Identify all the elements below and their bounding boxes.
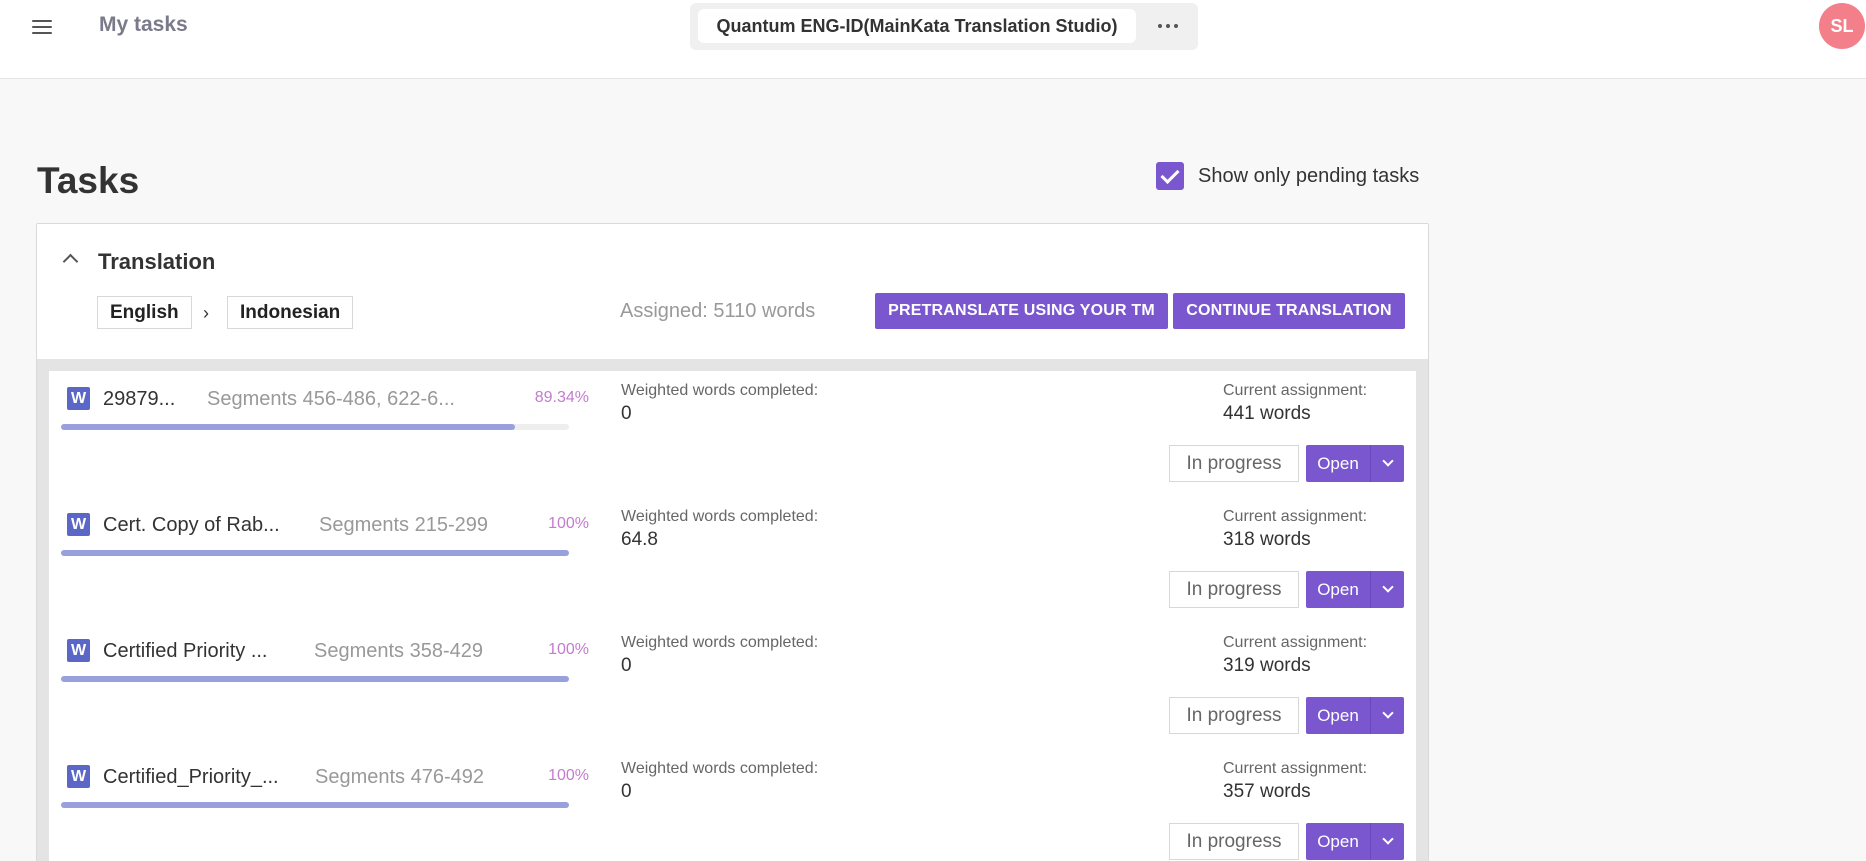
task-list: W 29879... Segments 456-486, 622-6... 89… bbox=[49, 371, 1416, 861]
task-list-container: W 29879... Segments 456-486, 622-6... 89… bbox=[37, 359, 1428, 861]
task-row: W Certified_Priority_... Segments 476-49… bbox=[49, 749, 1416, 861]
word-file-icon: W bbox=[67, 387, 90, 410]
menu-icon[interactable] bbox=[30, 18, 54, 36]
top-bar: My tasks Quantum ENG-ID(MainKata Transla… bbox=[0, 0, 1866, 79]
task-row: W Certified Priority ... Segments 358-42… bbox=[49, 623, 1416, 749]
task-file-name[interactable]: 29879... bbox=[103, 388, 175, 411]
weighted-words-label: Weighted words completed: bbox=[621, 382, 819, 399]
weighted-words-value: 0 bbox=[621, 403, 632, 424]
task-progress-bar bbox=[61, 424, 569, 430]
task-percent: 89.34% bbox=[534, 389, 589, 406]
word-file-icon: W bbox=[67, 513, 90, 536]
status-badge: In progress bbox=[1169, 823, 1299, 860]
word-file-icon: W bbox=[67, 639, 90, 662]
task-progress-fill bbox=[61, 802, 569, 808]
chevron-up-icon[interactable] bbox=[59, 248, 81, 270]
page-title: My tasks bbox=[99, 13, 188, 36]
open-button-group: Open bbox=[1306, 445, 1404, 482]
weighted-words-label: Weighted words completed: bbox=[621, 760, 819, 777]
word-file-icon: W bbox=[67, 765, 90, 788]
chevron-down-icon[interactable] bbox=[1371, 697, 1404, 734]
task-progress-bar bbox=[61, 676, 569, 682]
open-button[interactable]: Open bbox=[1306, 445, 1370, 482]
task-file-name[interactable]: Certified_Priority_... bbox=[103, 766, 279, 789]
assigned-words: Assigned: 5110 words bbox=[620, 300, 816, 322]
open-button[interactable]: Open bbox=[1306, 823, 1370, 860]
task-row: W Cert. Copy of Rab... Segments 215-299 … bbox=[49, 497, 1416, 623]
current-assignment-value: 319 words bbox=[1223, 655, 1311, 676]
task-percent: 100% bbox=[548, 641, 589, 658]
current-assignment-label: Current assignment: bbox=[1223, 508, 1368, 525]
project-name-button[interactable]: Quantum ENG-ID(MainKata Translation Stud… bbox=[698, 9, 1136, 43]
section-title: Translation bbox=[98, 249, 216, 274]
show-pending-label: Show only pending tasks bbox=[1198, 164, 1420, 187]
source-language: English bbox=[97, 296, 192, 329]
current-assignment-label: Current assignment: bbox=[1223, 382, 1368, 399]
weighted-words-label: Weighted words completed: bbox=[621, 508, 819, 525]
status-badge: In progress bbox=[1169, 571, 1299, 608]
open-button[interactable]: Open bbox=[1306, 571, 1370, 608]
card-header: Translation English › Indonesian Assigne… bbox=[37, 224, 1428, 359]
open-button[interactable]: Open bbox=[1306, 697, 1370, 734]
show-pending-toggle[interactable]: Show only pending tasks bbox=[1156, 162, 1419, 190]
open-button-group: Open bbox=[1306, 571, 1404, 608]
task-progress-bar bbox=[61, 550, 569, 556]
task-segments: Segments 358-429 bbox=[314, 640, 484, 662]
weighted-words-value: 0 bbox=[621, 781, 632, 802]
weighted-words-value: 0 bbox=[621, 655, 632, 676]
task-percent: 100% bbox=[548, 515, 589, 532]
avatar[interactable]: SL bbox=[1819, 3, 1865, 49]
task-progress-fill bbox=[61, 676, 569, 682]
open-button-group: Open bbox=[1306, 697, 1404, 734]
current-assignment-value: 318 words bbox=[1223, 529, 1311, 550]
continue-translation-button[interactable]: CONTINUE TRANSLATION bbox=[1173, 293, 1405, 329]
status-badge: In progress bbox=[1169, 445, 1299, 482]
task-file-name[interactable]: Cert. Copy of Rab... bbox=[103, 514, 280, 537]
weighted-words-label: Weighted words completed: bbox=[621, 634, 819, 651]
translation-card: Translation English › Indonesian Assigne… bbox=[36, 223, 1429, 861]
task-segments: Segments 215-299 bbox=[319, 514, 489, 536]
status-badge: In progress bbox=[1169, 697, 1299, 734]
chevron-down-icon[interactable] bbox=[1371, 571, 1404, 608]
target-language: Indonesian bbox=[227, 296, 354, 329]
task-percent: 100% bbox=[548, 767, 589, 784]
task-row: W 29879... Segments 456-486, 622-6... 89… bbox=[49, 371, 1416, 497]
chevron-down-icon[interactable] bbox=[1371, 445, 1404, 482]
task-segments: Segments 476-492 bbox=[315, 766, 485, 788]
task-progress-fill bbox=[61, 424, 515, 430]
project-switcher: Quantum ENG-ID(MainKata Translation Stud… bbox=[690, 3, 1198, 50]
current-assignment-label: Current assignment: bbox=[1223, 760, 1368, 777]
current-assignment-value: 441 words bbox=[1223, 403, 1311, 424]
current-assignment-label: Current assignment: bbox=[1223, 634, 1368, 651]
pretranslate-button[interactable]: PRETRANSLATE USING YOUR TM bbox=[875, 293, 1168, 329]
more-options-icon[interactable] bbox=[1146, 9, 1190, 43]
current-assignment-value: 357 words bbox=[1223, 781, 1311, 802]
chevron-right-icon: › bbox=[203, 303, 209, 323]
task-progress-bar bbox=[61, 802, 569, 808]
task-file-name[interactable]: Certified Priority ... bbox=[103, 640, 267, 663]
open-button-group: Open bbox=[1306, 823, 1404, 860]
show-pending-checkbox[interactable] bbox=[1156, 162, 1184, 190]
task-progress-fill bbox=[61, 550, 569, 556]
chevron-down-icon[interactable] bbox=[1371, 823, 1404, 860]
weighted-words-value: 64.8 bbox=[621, 529, 658, 550]
tasks-heading: Tasks bbox=[37, 160, 140, 201]
task-segments: Segments 456-486, 622-6... bbox=[207, 388, 455, 410]
